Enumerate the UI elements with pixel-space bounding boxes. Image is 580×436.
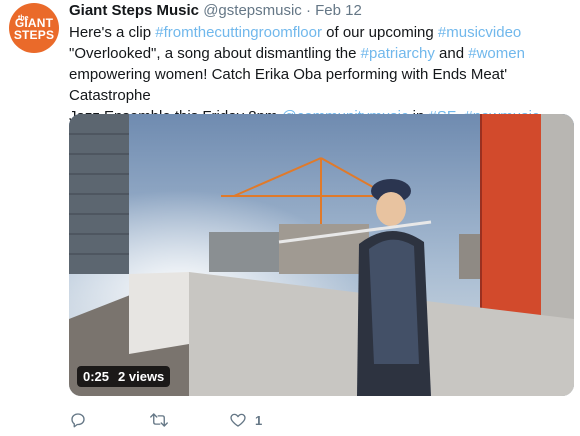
tweet-text-segment: "Overlooked", a song about dismantling t…: [69, 45, 357, 62]
video-views: 2 views: [118, 369, 165, 384]
video-player[interactable]: 0:25 2 views: [69, 114, 574, 396]
tweet-actions: 1: [69, 408, 309, 432]
like-button[interactable]: 1: [229, 411, 309, 429]
avatar[interactable]: the GIANT STEPS: [9, 3, 59, 53]
hashtag-link[interactable]: #patriarchy: [361, 45, 435, 62]
avatar-text-line2: STEPS: [13, 28, 55, 42]
reply-button[interactable]: [69, 411, 149, 429]
hashtag-link[interactable]: #musicvideo: [438, 24, 521, 41]
video-frame: [69, 114, 574, 396]
video-info-badge: 0:25 2 views: [77, 366, 171, 387]
reply-icon: [71, 413, 85, 428]
display-name[interactable]: Giant Steps Music: [69, 2, 199, 19]
timestamp[interactable]: Feb 12: [315, 2, 362, 19]
hashtag-link[interactable]: #women: [468, 45, 525, 62]
tweet-header: Giant Steps Music @gstepsmusic · Feb 12: [69, 0, 574, 22]
avatar-small-text: the: [18, 15, 29, 22]
hashtag-link[interactable]: #fromthecuttingroomfloor: [155, 24, 322, 41]
handle[interactable]: @gstepsmusic: [203, 2, 302, 19]
retweet-button[interactable]: [149, 411, 229, 429]
video-duration: 0:25: [83, 369, 110, 384]
tweet-text-segment: and: [434, 45, 469, 62]
retweet-icon: [150, 413, 168, 427]
tweet-text-segment: Here's a clip: [69, 24, 156, 41]
separator-dot: ·: [305, 2, 311, 19]
tweet-text-segment: of our upcoming: [321, 24, 438, 41]
heart-icon: [230, 413, 246, 427]
like-count: 1: [255, 412, 263, 428]
